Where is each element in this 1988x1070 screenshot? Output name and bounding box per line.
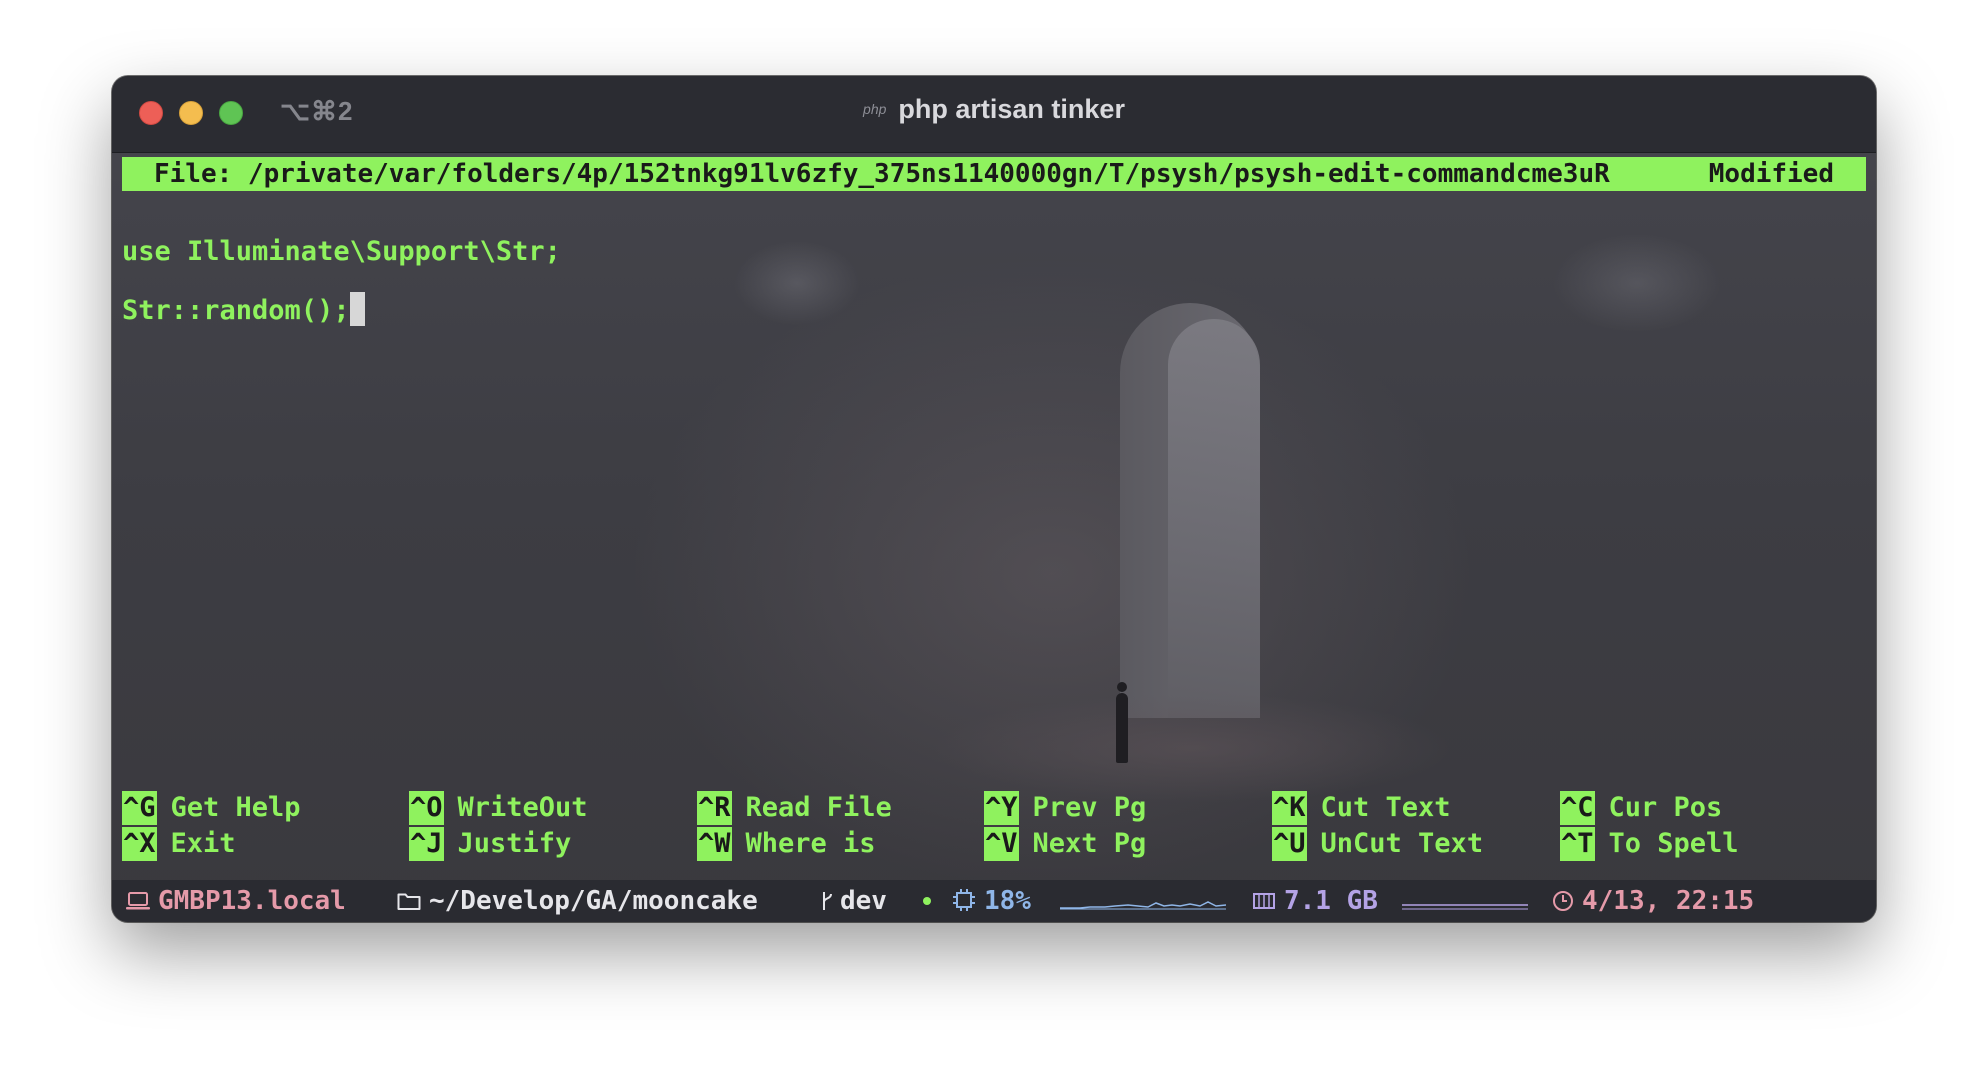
shortcut-key: ^K: [1272, 791, 1307, 825]
file-path: File: /private/var/folders/4p/152tnkg91l…: [154, 159, 1610, 189]
memory-sparkline: [1402, 904, 1528, 910]
shortcut-label: Next Pg: [1032, 828, 1147, 859]
shortcut-key: ^X: [122, 827, 157, 861]
shortcut-next-pg[interactable]: ^V Next Pg: [984, 827, 1146, 861]
shortcut-cut-text[interactable]: ^K Cut Text: [1272, 791, 1451, 825]
shortcut-label: Justify: [457, 828, 572, 859]
shortcut-key: ^C: [1560, 791, 1595, 825]
nano-title-bar: File: /private/var/folders/4p/152tnkg91l…: [122, 157, 1866, 191]
clock-icon: [1552, 880, 1574, 922]
shortcut-label: Cut Text: [1320, 792, 1451, 823]
memory-segment: 7.1 GB: [1252, 880, 1378, 922]
folder-icon: [397, 880, 421, 922]
shortcut-cur-pos[interactable]: ^C Cur Pos: [1560, 791, 1722, 825]
shortcut-key: ^R: [697, 791, 732, 825]
shortcut-prev-pg[interactable]: ^Y Prev Pg: [984, 791, 1146, 825]
wallpaper-figure: [1116, 682, 1128, 763]
modified-status: Modified: [1708, 159, 1834, 189]
shortcut-exit[interactable]: ^X Exit: [122, 827, 236, 861]
shortcut-label: UnCut Text: [1320, 828, 1484, 859]
shortcut-to-spell[interactable]: ^T To Spell: [1560, 827, 1739, 861]
host-segment: GMBP13.local: [126, 880, 346, 922]
cpu-sparkline: [1060, 901, 1226, 910]
cpu-usage: 18%: [984, 886, 1031, 916]
title-bar: ⌥⌘2 php php artisan tinker: [112, 76, 1876, 153]
current-path: ~/Develop/GA/mooncake: [429, 886, 758, 916]
shortcut-read-file[interactable]: ^R Read File: [697, 791, 892, 825]
git-branch-icon: [820, 880, 834, 922]
text-cursor: [349, 292, 365, 326]
shortcut-key: ^O: [409, 791, 444, 825]
terminal-window: ⌥⌘2 php php artisan tinker File: /private…: [112, 76, 1876, 922]
branch-name: dev: [840, 886, 887, 916]
wallpaper-arch: [1168, 319, 1260, 718]
window-title: php php artisan tinker: [112, 94, 1876, 125]
shortcut-label: To Spell: [1608, 828, 1739, 859]
laptop-icon: [126, 880, 150, 922]
wallpaper-dune: [932, 693, 1452, 803]
shortcut-label: Prev Pg: [1032, 792, 1147, 823]
shortcut-where-is[interactable]: ^W Where is: [697, 827, 876, 861]
window-title-text: php artisan tinker: [898, 94, 1125, 124]
shortcut-writeout[interactable]: ^O WriteOut: [409, 791, 588, 825]
shortcut-label: Read File: [745, 792, 892, 823]
memory-usage: 7.1 GB: [1284, 886, 1378, 916]
host-name: GMBP13.local: [158, 886, 346, 916]
shortcut-key: ^J: [409, 827, 444, 861]
time-segment: 4/13, 22:15: [1552, 880, 1754, 922]
memory-icon: [1252, 880, 1276, 922]
code-line-2[interactable]: Str::random();: [122, 292, 365, 326]
code-line-1[interactable]: use Illuminate\Support\Str;: [122, 236, 561, 267]
shortcut-label: WriteOut: [457, 792, 588, 823]
cpu-segment: 18%: [952, 880, 1031, 922]
shortcut-get-help[interactable]: ^G Get Help: [122, 791, 301, 825]
shortcut-key: ^G: [122, 791, 157, 825]
shortcut-uncut-text[interactable]: ^U UnCut Text: [1272, 827, 1483, 861]
shortcut-label: Get Help: [170, 792, 301, 823]
shortcut-key: ^T: [1560, 827, 1595, 861]
shortcut-justify[interactable]: ^J Justify: [409, 827, 571, 861]
date-time: 4/13, 22:15: [1582, 886, 1755, 916]
shortcut-label: Where is: [745, 828, 876, 859]
shortcut-label: Exit: [170, 828, 236, 859]
shortcut-key: ^U: [1272, 827, 1307, 861]
code-text: use Illuminate\Support\Str;: [122, 236, 561, 267]
shortcut-key: ^V: [984, 827, 1019, 861]
php-icon: php: [863, 101, 887, 117]
shortcut-label: Cur Pos: [1608, 792, 1723, 823]
shortcut-key: ^Y: [984, 791, 1019, 825]
clean-indicator-icon: [922, 897, 931, 905]
shortcut-key: ^W: [697, 827, 732, 861]
cpu-icon: [952, 880, 976, 922]
status-line: GMBP13.local ~/Develop/GA/mooncake dev 1…: [112, 880, 1876, 922]
branch-segment: dev: [820, 880, 931, 922]
code-text: Str::random();: [122, 295, 350, 326]
path-segment: ~/Develop/GA/mooncake: [397, 880, 758, 922]
